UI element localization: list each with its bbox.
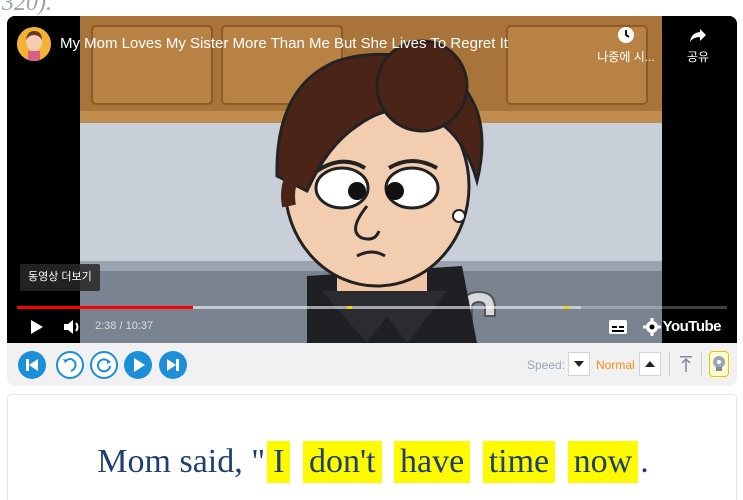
play-next-button[interactable] — [124, 351, 152, 379]
speed-label: Speed: — [527, 358, 566, 372]
caption-word[interactable]: don't — [302, 441, 382, 483]
youtube-logo[interactable]: YouTube — [663, 318, 722, 335]
top-strip-text: 320). — [2, 0, 52, 16]
speed-value: Normal — [596, 358, 635, 372]
settings-icon — [643, 318, 661, 336]
player-controls: 2:38 / 10:37 YouTube — [7, 312, 737, 342]
caption-word[interactable]: time — [482, 441, 556, 483]
scroll-top-icon — [680, 356, 692, 372]
lightbulb-icon — [713, 356, 725, 371]
scroll-top-button[interactable] — [675, 352, 697, 376]
volume-button[interactable] — [61, 312, 85, 342]
rewind-button[interactable] — [56, 351, 84, 379]
rewind-icon — [56, 351, 84, 379]
share-button[interactable]: 공유 — [666, 26, 730, 65]
subtitles-icon — [609, 320, 627, 334]
play-next-icon — [124, 351, 152, 379]
more-videos-button[interactable]: 동영상 더보기 — [20, 264, 100, 291]
skip-start-icon — [18, 351, 46, 379]
replay-icon — [90, 351, 118, 379]
subtitles-button[interactable] — [607, 312, 629, 342]
channel-avatar[interactable] — [17, 27, 51, 61]
caption-panel: Mom said, " I don't have time now. — [7, 394, 737, 500]
watch-later-label: 나중에 시... — [597, 50, 655, 64]
caption-line: Mom said, " I don't have time now. — [8, 441, 738, 483]
video-title[interactable]: My Mom Loves My Sister More Than Me But … — [60, 35, 508, 52]
player-toolbar: Speed: Normal — [7, 343, 737, 386]
speed-down-icon — [574, 361, 584, 367]
skip-end-icon — [159, 351, 187, 379]
avatar-icon — [17, 27, 51, 61]
settings-button[interactable] — [641, 312, 663, 342]
hint-button[interactable] — [709, 351, 729, 377]
chapter-marker — [563, 306, 569, 309]
time-display: 2:38 / 10:37 — [95, 320, 154, 332]
share-label: 공유 — [686, 50, 710, 64]
speed-up-icon — [645, 361, 655, 367]
replay-button[interactable] — [90, 351, 118, 379]
progress-bar[interactable] — [17, 306, 727, 309]
play-button[interactable] — [25, 312, 49, 342]
caption-word[interactable]: I — [267, 441, 291, 483]
share-icon — [690, 29, 706, 42]
caption-suffix: . — [640, 443, 649, 480]
progress-played — [17, 306, 194, 309]
play-icon — [31, 320, 43, 334]
speed-up-button[interactable] — [639, 352, 661, 376]
player-title-bar: My Mom Loves My Sister More Than Me But … — [7, 16, 737, 76]
volume-icon — [64, 320, 79, 334]
watch-later-button[interactable]: 나중에 시... — [594, 26, 658, 65]
video-player[interactable]: My Mom Loves My Sister More Than Me But … — [7, 16, 737, 343]
skip-start-button[interactable] — [18, 351, 46, 379]
watch-later-icon — [618, 27, 634, 43]
skip-end-button[interactable] — [159, 351, 187, 379]
caption-word[interactable]: now — [567, 441, 639, 483]
chapter-marker — [347, 306, 353, 309]
page-top-strip: 320). — [0, 0, 743, 16]
caption-word[interactable]: have — [394, 441, 471, 483]
speed-down-button[interactable] — [568, 352, 590, 376]
toolbar-divider — [669, 352, 670, 376]
caption-prefix: Mom said, " — [97, 443, 266, 480]
toolbar-divider — [701, 352, 702, 376]
